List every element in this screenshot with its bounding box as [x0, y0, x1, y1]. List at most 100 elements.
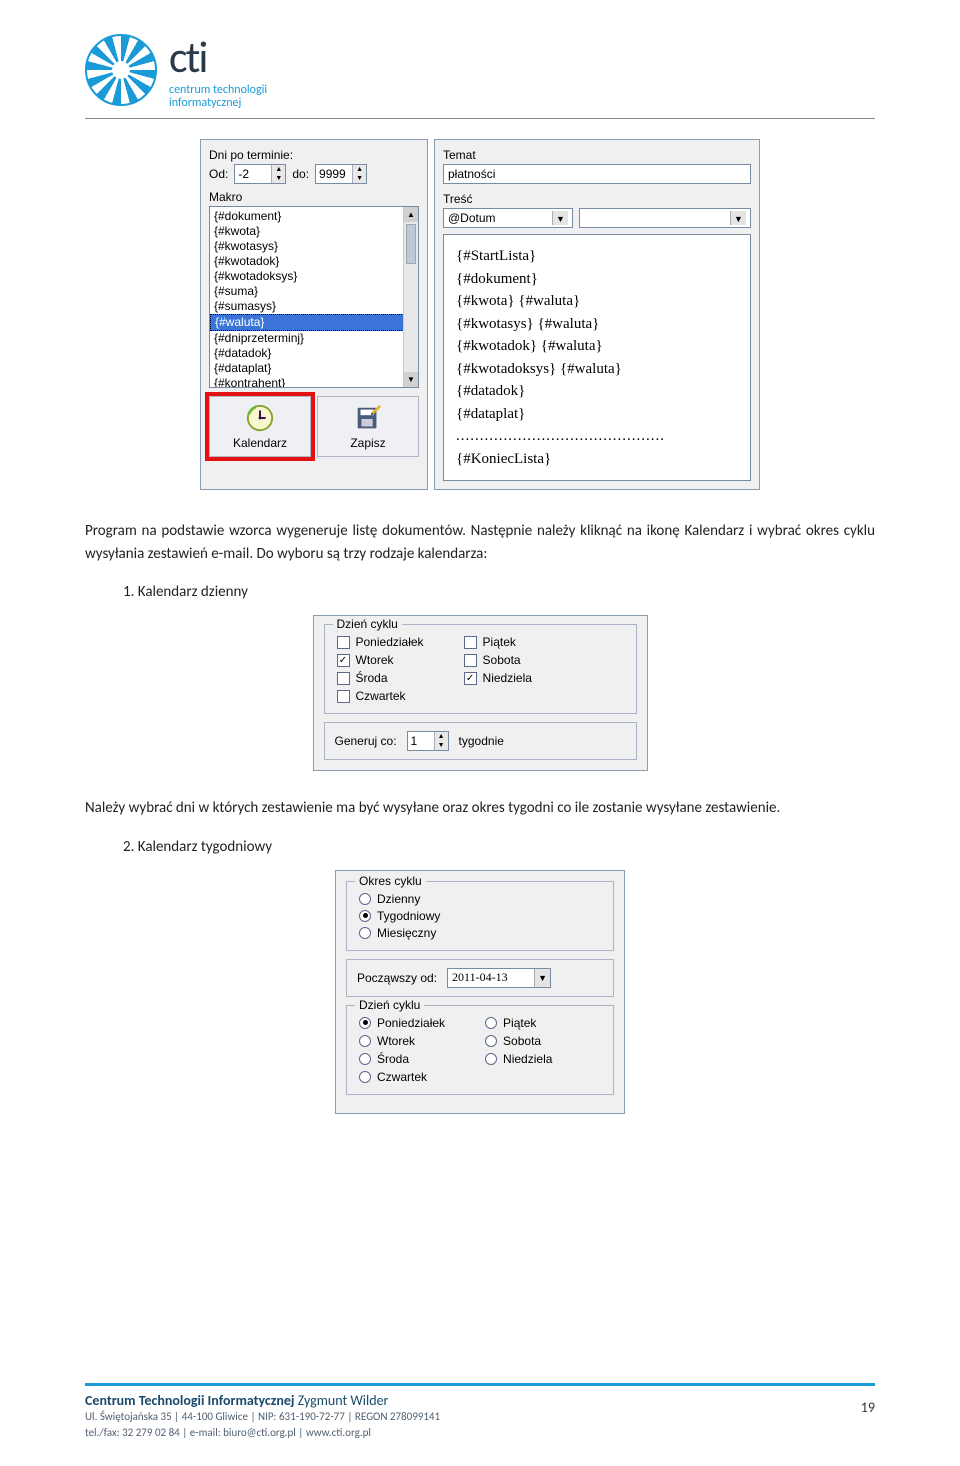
day-checkbox[interactable]: Poniedziałek — [337, 635, 424, 649]
do-spinner[interactable]: ▲▼ — [315, 164, 367, 184]
okres-title: Okres cyklu — [355, 874, 426, 888]
screenshot-macro-panel: Dni po terminie: Od: ▲▼ do: ▲▼ Makro {#d… — [200, 139, 760, 490]
footer-line-2: tel./fax: 32 279 02 84 | e-mail: biuro@c… — [85, 1425, 875, 1440]
radio-label: Piątek — [503, 1016, 536, 1030]
macro-option[interactable]: {#kwotadoksys} — [210, 269, 418, 284]
dropdown-icon[interactable]: ▼ — [730, 211, 746, 225]
zapisz-button[interactable]: Zapisz — [317, 396, 419, 457]
checkbox-icon — [464, 636, 477, 649]
od-spinner[interactable]: ▲▼ — [234, 164, 286, 184]
spin-down-icon[interactable]: ▼ — [435, 741, 448, 750]
macro-option[interactable]: {#suma} — [210, 284, 418, 299]
generuj-unit: tygodnie — [459, 734, 504, 748]
dropdown-icon[interactable]: ▼ — [534, 969, 550, 987]
screenshot-daily-cycle: Dzień cyklu Poniedziałek✓WtorekŚrodaCzwa… — [313, 615, 648, 771]
day-label: Czwartek — [356, 689, 406, 703]
day-checkbox[interactable]: Sobota — [464, 653, 532, 667]
macro-option[interactable]: {#dokument} — [210, 209, 418, 224]
tresc-combo-2[interactable]: ▼ — [579, 208, 751, 228]
radio-option[interactable]: Wtorek — [359, 1034, 445, 1048]
day-cycle-group: Dzień cyklu Poniedziałek✓WtorekŚrodaCzwa… — [324, 624, 637, 714]
macro-option[interactable]: {#kwota} — [210, 224, 418, 239]
day-checkbox[interactable]: Piątek — [464, 635, 532, 649]
okres-group: Okres cyklu DziennyTygodniowyMiesięczny — [346, 881, 614, 951]
radio-option[interactable]: Niedziela — [485, 1052, 552, 1066]
template-line: {#kwotadoksys} {#waluta} — [456, 358, 738, 381]
logo-swirl-icon — [85, 34, 157, 106]
generuj-input[interactable] — [408, 732, 434, 750]
template-body[interactable]: {#StartLista}{#dokument}{#kwota} {#walut… — [443, 234, 751, 481]
radio-option[interactable]: Środa — [359, 1052, 445, 1066]
checkbox-icon — [337, 636, 350, 649]
macro-option[interactable]: {#kwotasys} — [210, 239, 418, 254]
macro-option[interactable]: {#dniprzeterminj} — [210, 331, 418, 346]
od-label: Od: — [209, 167, 228, 181]
radio-option[interactable]: Poniedziałek — [359, 1016, 445, 1030]
od-input[interactable] — [235, 165, 271, 183]
macro-listbox[interactable]: {#dokument}{#kwota}{#kwotasys}{#kwotadok… — [209, 206, 419, 388]
day-checkbox[interactable]: Środa — [337, 671, 424, 685]
day-label: Piątek — [483, 635, 516, 649]
spin-down-icon[interactable]: ▼ — [353, 174, 366, 183]
radio-option[interactable]: Dzienny — [359, 892, 601, 906]
temat-field[interactable]: płatności — [443, 164, 751, 184]
radio-option[interactable]: Czwartek — [359, 1070, 445, 1084]
radio-icon — [485, 1053, 497, 1065]
header-logo: cti centrum technologii informatycznej — [85, 30, 875, 110]
radio-label: Poniedziałek — [377, 1016, 445, 1030]
scroll-up-icon[interactable]: ▲ — [404, 207, 418, 222]
spin-up-icon[interactable]: ▲ — [272, 165, 285, 174]
scroll-thumb[interactable] — [406, 224, 416, 264]
dropdown-icon[interactable]: ▼ — [552, 211, 568, 225]
paragraph-2: Należy wybrać dni w których zestawienie … — [85, 797, 875, 820]
macro-option[interactable]: {#kontrahent} — [210, 376, 418, 388]
tresc-combo[interactable]: @Dotum ▼ — [443, 208, 573, 228]
page-footer: Centrum Technologii Informatycznej Zygmu… — [85, 1383, 875, 1440]
radio-option[interactable]: Tygodniowy — [359, 909, 601, 923]
day-checkbox[interactable]: ✓Niedziela — [464, 671, 532, 685]
kalendarz-button[interactable]: Kalendarz — [209, 396, 311, 457]
template-line: {#KoniecLista} — [456, 448, 738, 471]
generuj-spinner[interactable]: ▲▼ — [407, 731, 449, 751]
kalendarz-label: Kalendarz — [233, 436, 287, 450]
checkbox-icon: ✓ — [464, 672, 477, 685]
radio-label: Środa — [377, 1052, 409, 1066]
radio-icon — [359, 910, 371, 922]
do-label: do: — [292, 167, 309, 181]
scroll-down-icon[interactable]: ▼ — [404, 372, 418, 387]
radio-icon — [359, 1071, 371, 1083]
save-pencil-icon — [353, 403, 383, 433]
do-input[interactable] — [316, 165, 352, 183]
radio-icon — [359, 893, 371, 905]
macro-option[interactable]: {#waluta} — [210, 314, 418, 331]
spin-down-icon[interactable]: ▼ — [272, 174, 285, 183]
start-date-field[interactable]: ▼ — [447, 968, 551, 988]
paragraph-1: Program na podstawie wzorca wygeneruje l… — [85, 520, 875, 565]
day-checkbox[interactable]: ✓Wtorek — [337, 653, 424, 667]
spin-up-icon[interactable]: ▲ — [353, 165, 366, 174]
start-date-input[interactable] — [448, 969, 534, 987]
macro-option[interactable]: {#sumasys} — [210, 299, 418, 314]
temat-label: Temat — [443, 148, 751, 162]
radio-option[interactable]: Piątek — [485, 1016, 552, 1030]
screenshot-weekly-cycle: Okres cyklu DziennyTygodniowyMiesięczny … — [335, 870, 625, 1114]
template-line: {#kwota} {#waluta} — [456, 290, 738, 313]
day-label: Sobota — [483, 653, 521, 667]
generate-row: Generuj co: ▲▼ tygodnie — [324, 722, 637, 760]
radio-option[interactable]: Miesięczny — [359, 926, 601, 940]
template-line: {#StartLista} — [456, 245, 738, 268]
spin-up-icon[interactable]: ▲ — [435, 732, 448, 741]
template-separator: ........................................… — [456, 425, 738, 448]
footer-bar — [85, 1383, 875, 1386]
radio-icon — [485, 1035, 497, 1047]
macro-option[interactable]: {#dataplat} — [210, 361, 418, 376]
days-after-term-label: Dni po terminie: — [209, 148, 419, 162]
day-checkbox[interactable]: Czwartek — [337, 689, 424, 703]
start-date-row: Począwszy od: ▼ — [346, 959, 614, 997]
template-line: {#dataplat} — [456, 403, 738, 426]
radio-label: Czwartek — [377, 1070, 427, 1084]
page-number: 19 — [861, 1399, 875, 1416]
macro-option[interactable]: {#kwotadok} — [210, 254, 418, 269]
radio-option[interactable]: Sobota — [485, 1034, 552, 1048]
macro-option[interactable]: {#datadok} — [210, 346, 418, 361]
